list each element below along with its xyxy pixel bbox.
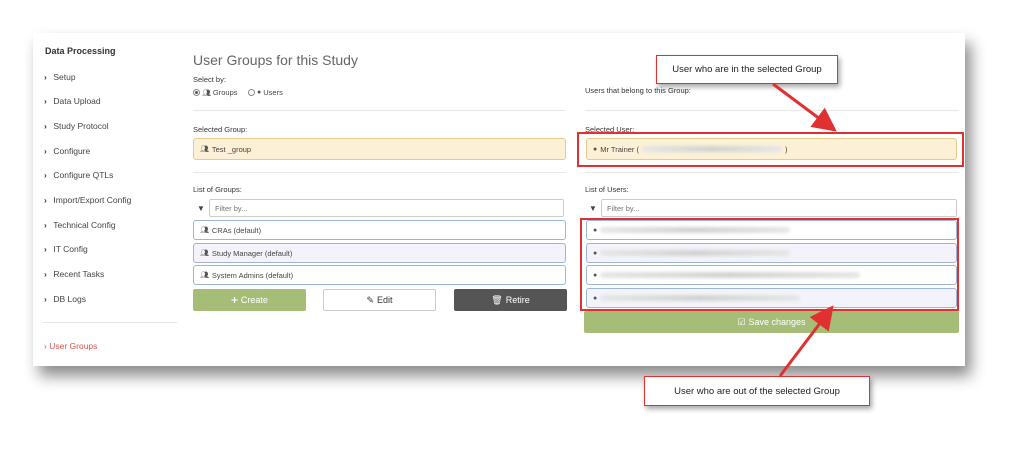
sidebar-item-it-config[interactable]: › IT Config xyxy=(44,244,88,254)
sidebar-item-recent-tasks[interactable]: › Recent Tasks xyxy=(44,269,104,279)
users-filter-input[interactable] xyxy=(601,199,957,217)
chevron-right-icon: › xyxy=(44,72,47,82)
users-icon: 👥︎ xyxy=(202,89,211,97)
page-title: User Groups for this Study xyxy=(193,52,358,68)
highlight-box-users-list xyxy=(580,218,959,311)
group-row-cras[interactable]: 👥︎ CRAs (default) xyxy=(193,220,566,240)
users-icon: 👥︎ xyxy=(200,146,209,153)
divider xyxy=(193,110,566,111)
chevron-right-icon: › xyxy=(44,269,47,279)
sidebar-item-import-export-config[interactable]: › Import/Export Config xyxy=(44,195,131,205)
user-icon: ● xyxy=(257,89,262,96)
group-row-system-admins[interactable]: 👥︎ System Admins (default) xyxy=(193,265,566,285)
sidebar-title: Data Processing xyxy=(45,46,116,56)
divider xyxy=(585,110,959,111)
chevron-right-icon: › xyxy=(44,96,47,106)
sidebar-item-db-logs[interactable]: › DB Logs xyxy=(44,294,86,304)
chevron-right-icon: › xyxy=(44,146,47,156)
trash-icon: 🗑︎ xyxy=(491,294,503,305)
radio-groups[interactable]: 👥︎ Groups xyxy=(193,88,238,97)
users-icon: 👥︎ xyxy=(200,227,209,234)
group-row-study-manager[interactable]: 👥︎ Study Manager (default) xyxy=(193,243,566,263)
users-icon: 👥︎ xyxy=(200,272,209,279)
users-filter: ▼ xyxy=(585,199,957,217)
list-of-groups-label: List of Groups: xyxy=(193,185,242,194)
sidebar-item-setup[interactable]: › Setup xyxy=(44,72,76,82)
select-by-label: Select by: xyxy=(193,75,226,84)
sidebar-item-technical-config[interactable]: › Technical Config xyxy=(44,220,116,230)
selected-group-field[interactable]: 👥︎ Test _group xyxy=(193,138,566,160)
edit-icon: ✎ xyxy=(366,294,375,305)
chevron-right-icon: › xyxy=(44,220,47,230)
plus-icon: ➕︎ xyxy=(231,294,238,305)
chevron-right-icon: › xyxy=(44,121,47,131)
radio-unchecked-icon xyxy=(248,89,255,96)
divider xyxy=(585,172,959,173)
sidebar-item-configure-qtls[interactable]: › Configure QTLs xyxy=(44,170,113,180)
users-icon: 👥︎ xyxy=(200,250,209,257)
sidebar-item-configure[interactable]: › Configure xyxy=(44,146,90,156)
sidebar-item-user-groups[interactable]: › User Groups xyxy=(44,341,97,351)
radio-users[interactable]: ● Users xyxy=(248,88,283,97)
create-button[interactable]: ➕︎ Create xyxy=(193,289,306,311)
filter-icon: ▼ xyxy=(589,203,597,213)
list-of-users-label: List of Users: xyxy=(585,185,629,194)
highlight-box-selected-user xyxy=(577,132,964,167)
sidebar-item-study-protocol[interactable]: › Study Protocol xyxy=(44,121,109,131)
chevron-right-icon: › xyxy=(44,195,47,205)
retire-button[interactable]: 🗑︎ Retire xyxy=(454,289,567,311)
check-square-icon: ☑ xyxy=(737,316,746,327)
chevron-right-icon: › xyxy=(44,244,47,254)
sidebar-item-data-upload[interactable]: › Data Upload xyxy=(44,96,101,106)
callout-users-in-group: User who are in the selected Group xyxy=(656,55,838,84)
edit-button[interactable]: ✎ Edit xyxy=(323,289,436,311)
divider xyxy=(193,172,566,173)
sidebar: Data Processing › Setup › Data Upload › … xyxy=(33,33,177,366)
sidebar-divider xyxy=(43,322,177,323)
users-in-group-label: Users that belong to this Group: xyxy=(585,86,691,95)
filter-icon: ▼ xyxy=(197,203,205,213)
callout-users-out-of-group: User who are out of the selected Group xyxy=(644,376,870,406)
groups-filter-input[interactable] xyxy=(209,199,564,217)
save-changes-button[interactable]: ☑ Save changes xyxy=(584,311,959,333)
chevron-right-icon: › xyxy=(44,170,47,180)
selected-group-label: Selected Group: xyxy=(193,125,248,134)
chevron-right-icon: › xyxy=(44,341,47,351)
groups-filter: ▼ xyxy=(193,199,564,217)
chevron-right-icon: › xyxy=(44,294,47,304)
radio-checked-icon xyxy=(193,89,200,96)
